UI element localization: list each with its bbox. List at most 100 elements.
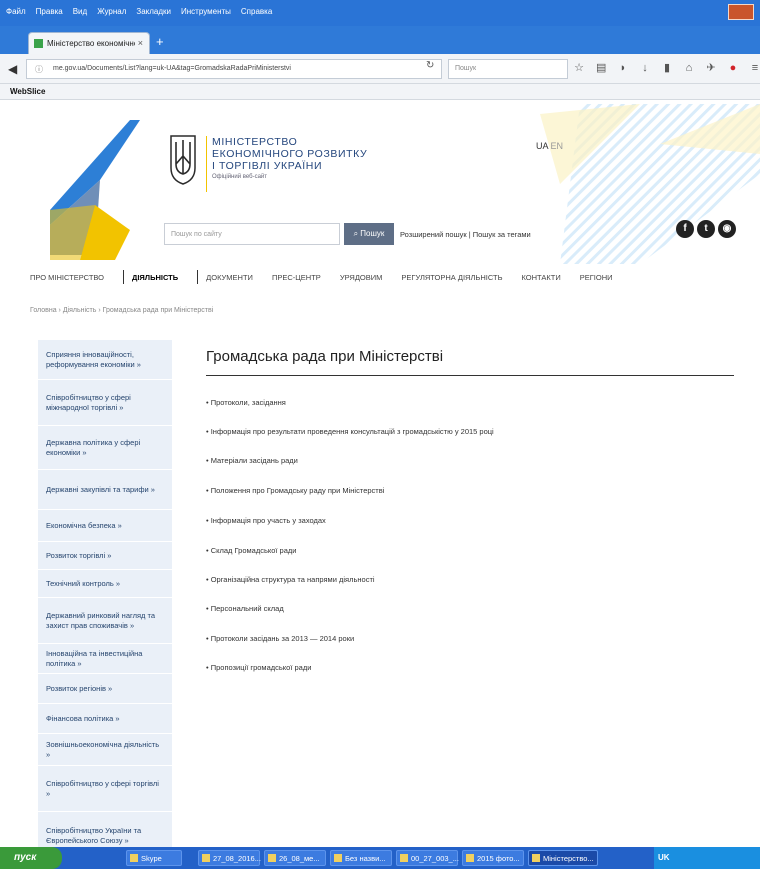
sidebar-item-label: Державний ринковий нагляд та захист прав…	[46, 610, 155, 630]
sidebar-item[interactable]: Співробітництво у сфері міжнародної торг…	[38, 380, 172, 426]
star-icon[interactable]: ☆	[574, 62, 584, 74]
lang-ua[interactable]: UA	[536, 141, 548, 151]
back-arrow-icon[interactable]: ◀	[8, 62, 17, 76]
home-icon[interactable]: ⌂	[684, 62, 694, 74]
header-search-links[interactable]: Розширений пошук | Пошук за тегами	[400, 230, 531, 239]
pocket-icon[interactable]: ◗	[618, 62, 628, 74]
taskbar-button-label: 26_08_ме...	[279, 854, 320, 863]
twitter-icon[interactable]: t	[697, 220, 715, 238]
sidebar-item-label: Технічний контроль »	[46, 578, 121, 588]
adblock-icon[interactable]: ●	[728, 62, 738, 74]
lock-icon[interactable]: ▮	[662, 62, 672, 74]
nav-item-regulatory[interactable]: РЕГУЛЯТОРНА ДІЯЛЬНІСТЬ	[401, 273, 502, 282]
taskbar-button-label: Skype	[141, 854, 162, 863]
extension-icon[interactable]: ✈	[706, 62, 716, 74]
nav-item-documents[interactable]: ДОКУМЕНТИ	[206, 273, 253, 282]
content-link-label: Інформація про результати проведення кон…	[210, 427, 494, 436]
content-link[interactable]: • Організаційна структура та напрями дія…	[206, 575, 375, 584]
sidebar-item[interactable]: Розвиток торгівлі »	[38, 542, 172, 570]
content-link[interactable]: • Склад Громадської ради	[206, 546, 296, 555]
sidebar-item[interactable]: Фінансова політика »	[38, 704, 172, 734]
reading-list-icon[interactable]: ▤	[596, 62, 606, 74]
content-link[interactable]: • Протоколи, засідання	[206, 398, 286, 407]
content-link[interactable]: • Матеріали засідань ради	[206, 456, 298, 465]
menu-help[interactable]: Справка	[241, 7, 272, 16]
app-icon	[202, 854, 210, 862]
content-link-label: Пропозиції громадської ради	[210, 663, 312, 672]
menu-edit[interactable]: Правка	[36, 7, 63, 16]
content-link-label: Інформація про участь у заходах	[210, 516, 326, 525]
sidebar-item[interactable]: Технічний контроль »	[38, 570, 172, 598]
ministry-name[interactable]: МІНІСТЕРСТВО ЕКОНОМІЧНОГО РОЗВИТКУ І ТОР…	[212, 136, 432, 180]
screen: Файл Правка Вид Журнал Закладки Инструме…	[0, 0, 760, 869]
main-navigation: ПРО МІНІСТЕРСТВО ДІЯЛЬНІСТЬ ДОКУМЕНТИ ПР…	[30, 270, 632, 284]
bookmark-webslice[interactable]: WebSlice	[10, 87, 45, 96]
reload-icon[interactable]: ↻	[426, 60, 434, 71]
taskbar: пуск Skype 27_08_2016... 26_08_ме... Без…	[0, 847, 760, 869]
sidebar-item[interactable]: Зовнішньоекономічна діяльність »	[38, 734, 172, 766]
menu-history[interactable]: Журнал	[97, 7, 126, 16]
rss-icon[interactable]: ◉	[718, 220, 736, 238]
sidebar-item-label: Розвиток регіонів »	[46, 683, 113, 693]
tab-close-icon[interactable]: ×	[138, 38, 143, 48]
menu-bookmarks[interactable]: Закладки	[136, 7, 171, 16]
sidebar-item-label: Державна політика у сфері економіки »	[46, 437, 141, 457]
tab-active[interactable]: Міністерство економічного ×	[28, 32, 150, 54]
coat-of-arms-icon	[170, 135, 196, 185]
nav-item-government[interactable]: УРЯДОВИМ	[340, 273, 383, 282]
content-link[interactable]: • Пропозиції громадської ради	[206, 663, 311, 672]
content-link[interactable]: • Персональний склад	[206, 604, 284, 613]
taskbar-button[interactable]: 2015 фото...	[462, 850, 524, 866]
menu-icon[interactable]: ≡	[750, 62, 760, 74]
content-link[interactable]: • Інформація про результати проведення к…	[206, 427, 494, 436]
content-link[interactable]: • Інформація про участь у заходах	[206, 516, 326, 525]
site-info-icon[interactable]: ⓘ	[35, 64, 43, 75]
site-search-input[interactable]: Пошук по сайту	[164, 223, 340, 245]
nav-item-contacts[interactable]: КОНТАКТИ	[522, 273, 561, 282]
sidebar-item[interactable]: Інноваційна та інвестиційна політика »	[38, 644, 172, 674]
menu-tools[interactable]: Инструменты	[181, 7, 231, 16]
header-decoration	[540, 104, 760, 264]
site-search-button[interactable]: ⌕ Пошук	[344, 223, 394, 245]
content-link[interactable]: • Положення про Громадську раду при Міні…	[206, 486, 384, 495]
sidebar-item-label: Співробітництво у сфері торгівлі »	[46, 778, 159, 798]
sidebar-item-label: Інноваційна та інвестиційна політика »	[46, 648, 143, 668]
window-close-button[interactable]	[728, 4, 754, 20]
sidebar-item-label: Розвиток торгівлі »	[46, 550, 112, 560]
sidebar-item[interactable]: Сприяння інноваційності, реформування ек…	[38, 340, 172, 380]
new-tab-button[interactable]: +	[156, 35, 164, 48]
keyboard-language[interactable]: UK	[658, 853, 670, 862]
nav-item-about[interactable]: ПРО МІНІСТЕРСТВО	[30, 273, 104, 282]
nav-item-regions[interactable]: РЕГІОНИ	[580, 273, 613, 282]
taskbar-button-active[interactable]: Міністерство...	[528, 850, 598, 866]
address-bar[interactable]: ⓘ me.gov.ua/Documents/List?lang=uk-UA&ta…	[26, 59, 442, 79]
taskbar-button[interactable]: 00_27_003_...	[396, 850, 459, 866]
nav-item-press[interactable]: ПРЕС-ЦЕНТР	[272, 273, 321, 282]
sidebar-item[interactable]: Розвиток регіонів »	[38, 674, 172, 704]
content-link[interactable]: • Протоколи засідань за 2013 — 2014 роки	[206, 634, 354, 643]
taskbar-button[interactable]: Skype	[126, 850, 182, 866]
favicon-icon	[34, 39, 43, 48]
browser-search-input[interactable]: Пошук	[448, 59, 568, 79]
sidebar-item[interactable]: Державні закупівлі та тарифи »	[38, 470, 172, 510]
nav-item-activity[interactable]: ДІЯЛЬНІСТЬ	[132, 273, 178, 282]
tab-title: Міністерство економічного	[47, 39, 135, 48]
sidebar-item-label: Сприяння інноваційності, реформування ек…	[46, 349, 141, 369]
app-icon	[130, 854, 138, 862]
sidebar-item[interactable]: Державний ринковий нагляд та захист прав…	[38, 598, 172, 644]
download-icon[interactable]: ↓	[640, 62, 650, 74]
taskbar-button[interactable]: Без назви...	[330, 850, 392, 866]
taskbar-button[interactable]: 26_08_ме...	[264, 850, 326, 866]
lang-en[interactable]: EN	[551, 141, 564, 151]
navigation-toolbar: ◀ ⓘ me.gov.ua/Documents/List?lang=uk-UA&…	[0, 54, 760, 84]
menu-file[interactable]: Файл	[6, 7, 26, 16]
sidebar-item[interactable]: Економічна безпека »	[38, 510, 172, 542]
taskbar-button[interactable]: 27_08_2016...	[198, 850, 261, 866]
breadcrumb[interactable]: Головна › Діяльність › Громадська рада п…	[30, 307, 213, 314]
social-links: f t ◉	[676, 220, 736, 238]
sidebar-item[interactable]: Співробітництво у сфері торгівлі »	[38, 766, 172, 812]
facebook-icon[interactable]: f	[676, 220, 694, 238]
sidebar-item[interactable]: Державна політика у сфері економіки »	[38, 426, 172, 470]
start-button[interactable]: пуск	[0, 847, 62, 869]
menu-view[interactable]: Вид	[73, 7, 87, 16]
